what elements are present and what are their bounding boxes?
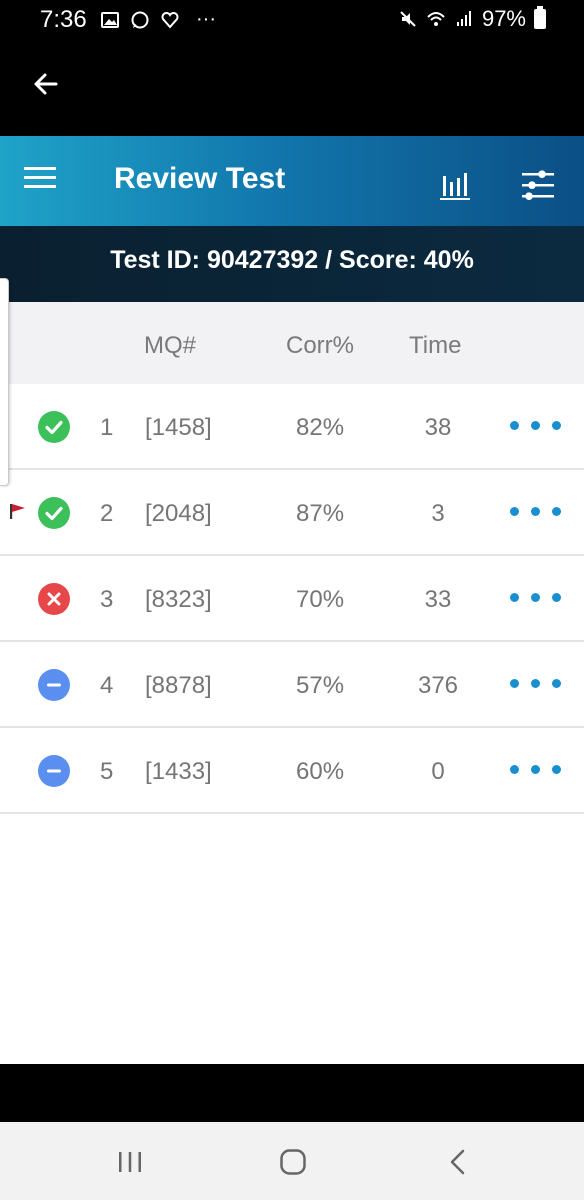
dot: [531, 679, 540, 688]
correct-percent: 57%: [296, 672, 345, 699]
table-row[interactable]: 5 [1433] 60% 0: [0, 728, 584, 814]
time-seconds: 33: [424, 586, 452, 613]
dot: [552, 507, 561, 516]
correct-percent: 87%: [296, 500, 345, 527]
row-number: 5: [100, 758, 114, 785]
dot: [531, 421, 540, 430]
dot: [510, 593, 519, 602]
question-id: [8323]: [145, 586, 212, 613]
dot: [552, 421, 561, 430]
whatsapp-icon: [131, 11, 149, 28]
column-header-corr: Corr%: [286, 332, 355, 359]
dot: [531, 765, 540, 774]
dot: [510, 507, 519, 516]
correct-check-icon: [38, 411, 70, 443]
more-notifications: ···: [196, 8, 216, 30]
hamburger-menu-icon[interactable]: [24, 164, 58, 192]
time-seconds: 376: [417, 672, 459, 699]
flag-icon: [10, 504, 25, 519]
table-row[interactable]: 4 [8878] 57% 376: [0, 642, 584, 728]
question-id: [8878]: [145, 672, 212, 699]
system-navigation-bar: [0, 1122, 584, 1200]
correct-percent: 82%: [296, 414, 345, 441]
more-dots-icon[interactable]: [510, 586, 570, 610]
time-seconds: 38: [424, 414, 452, 441]
dot: [552, 679, 561, 688]
correct-check-icon: [38, 497, 70, 529]
sliders-icon[interactable]: [520, 168, 556, 202]
more-dots-icon[interactable]: [510, 414, 570, 438]
battery-icon: [534, 6, 546, 29]
correct-percent: 70%: [296, 586, 345, 613]
back-arrow-icon[interactable]: [26, 64, 66, 104]
column-header-mq: MQ#: [144, 332, 197, 359]
home-icon[interactable]: [273, 1146, 313, 1178]
test-summary-bar: Test ID: 90427392 / Score: 40%: [0, 226, 584, 302]
dot: [531, 593, 540, 602]
table-body: 1 [1458] 82% 38 2 [2048] 87% 3 3 [8323] 70% 33 4 [887…: [0, 384, 584, 814]
correct-percent: 60%: [296, 758, 345, 785]
question-id: [1458]: [145, 414, 212, 441]
row-number: 3: [100, 586, 114, 613]
column-header-time: Time: [409, 332, 462, 359]
app-header: Review Test: [0, 136, 584, 226]
row-number: 4: [100, 672, 114, 699]
table-row[interactable]: 1 [1458] 82% 38: [0, 384, 584, 470]
status-time: 7:36: [40, 6, 87, 33]
question-id: [2048]: [145, 500, 212, 527]
recents-icon[interactable]: [110, 1146, 150, 1178]
signal-icon: [456, 11, 471, 26]
time-seconds: 0: [431, 758, 445, 785]
row-number: 2: [100, 500, 114, 527]
dot: [552, 593, 561, 602]
more-dots-icon[interactable]: [510, 758, 570, 782]
test-summary: Test ID: 90427392 / Score: 40%: [110, 246, 474, 274]
table-row[interactable]: 3 [8323] 70% 33: [0, 556, 584, 642]
toolbar-back: [0, 40, 584, 136]
system-icons: 97%: [398, 6, 546, 32]
more-dots-icon[interactable]: [510, 672, 570, 696]
wifi-icon: [427, 12, 445, 26]
drawer-handle[interactable]: [0, 278, 9, 486]
dot: [510, 679, 519, 688]
time-seconds: 3: [431, 500, 445, 527]
screen-bottom: [0, 1064, 584, 1122]
table-header: MQ# Corr% Time: [0, 302, 584, 384]
mute-icon: [400, 11, 416, 27]
notification-icons: ···: [100, 8, 216, 31]
dot: [510, 421, 519, 430]
question-id: [1433]: [145, 758, 212, 785]
dot: [510, 765, 519, 774]
table-row[interactable]: 2 [2048] 87% 3: [0, 470, 584, 556]
page-title: Review Test: [114, 162, 286, 195]
nav-back-icon[interactable]: [438, 1146, 478, 1178]
row-number: 1: [100, 414, 114, 441]
image-icon: [101, 11, 119, 28]
status-bar: 7:36 ··· 97%: [0, 0, 584, 40]
results-list: MQ# Corr% Time 1 [1458] 82% 38 2 [2048] 87% 3 3[…: [0, 302, 584, 1064]
battery-percent: 97%: [481, 6, 526, 31]
skipped-minus-icon: [38, 755, 70, 787]
incorrect-x-icon: [38, 583, 70, 615]
dot: [552, 765, 561, 774]
dot: [531, 507, 540, 516]
bar-chart-icon[interactable]: [438, 168, 472, 202]
app-icon: [161, 11, 179, 29]
more-dots-icon[interactable]: [510, 500, 570, 524]
skipped-minus-icon: [38, 669, 70, 701]
